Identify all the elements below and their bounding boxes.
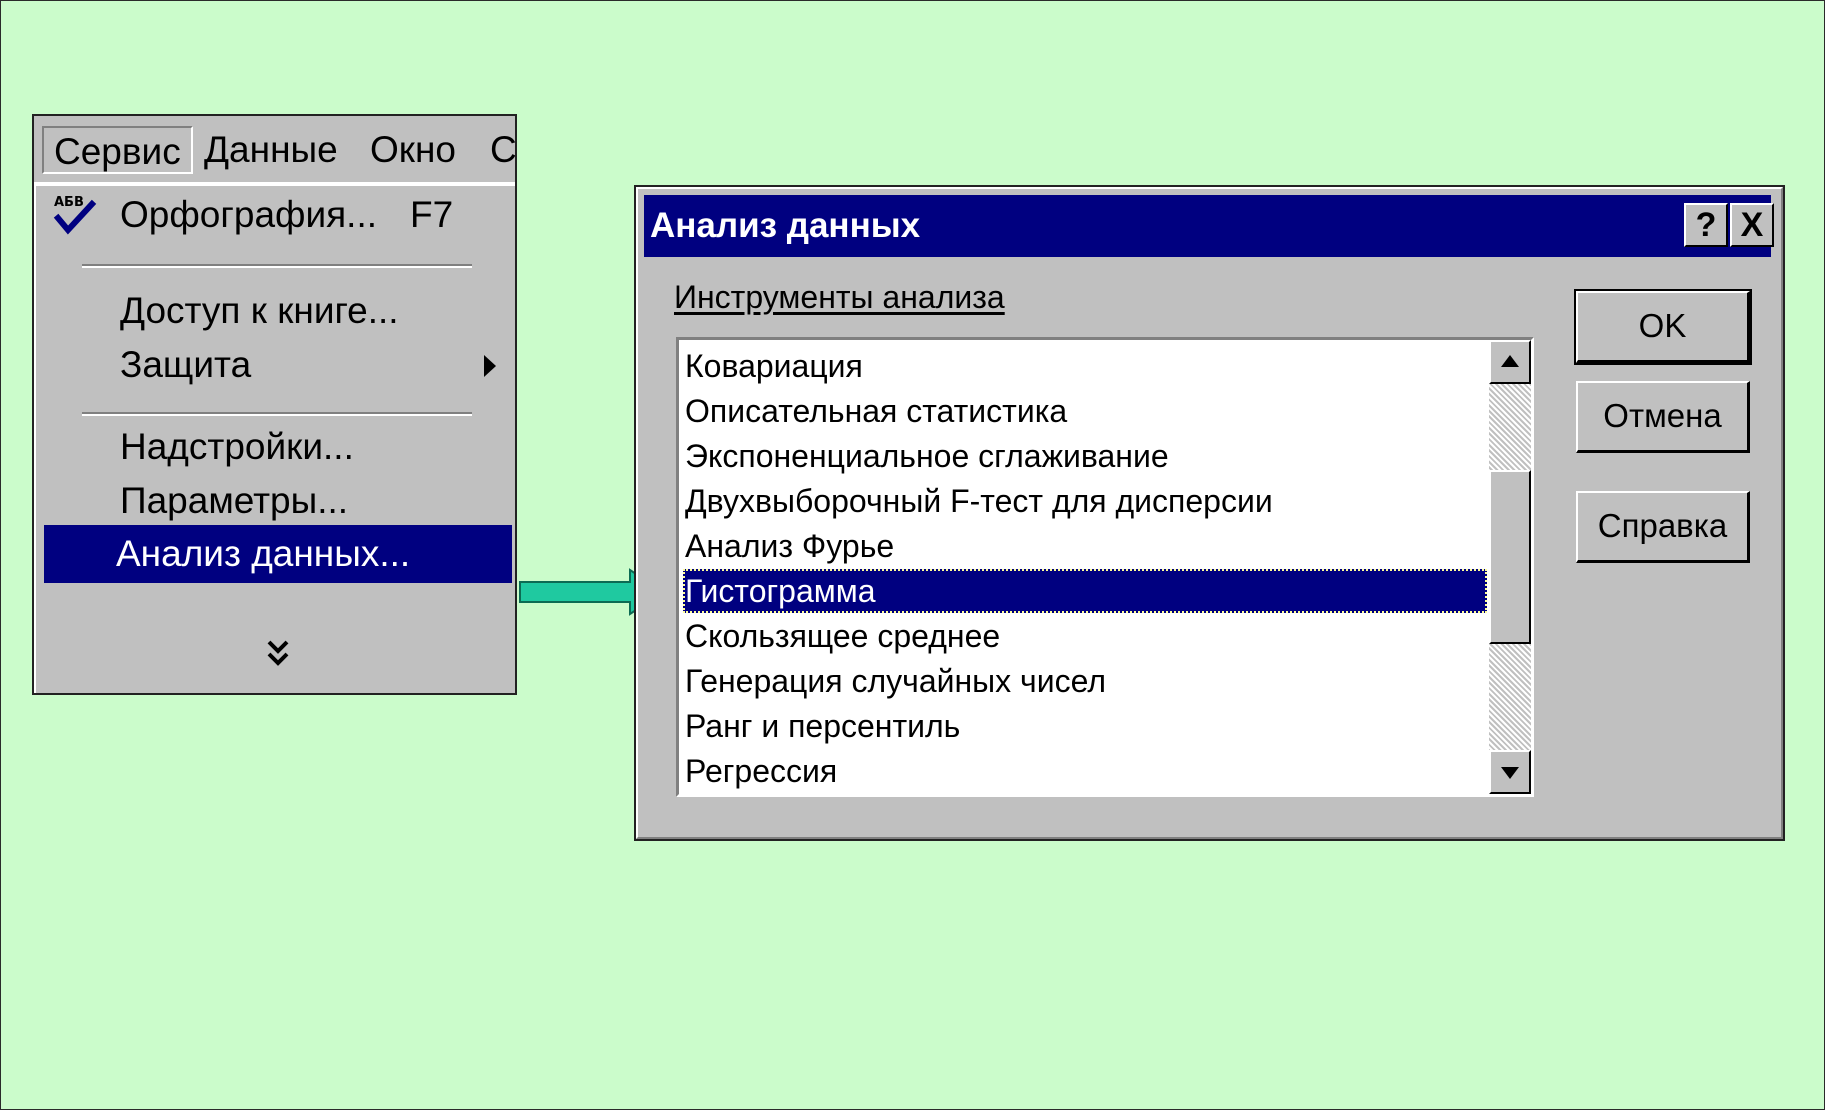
list-item[interactable]: Ранг и персентиль (683, 704, 1487, 748)
listbox-scrollbar[interactable] (1489, 340, 1531, 794)
menu-item-spelling-label: Орфография... (120, 194, 378, 235)
menubar-item-help[interactable]: Справка (480, 126, 515, 174)
service-menu: Сервис Данные Окно Справка АБВ Орфографи… (32, 114, 517, 695)
menubar-item-data[interactable]: Данные (194, 126, 348, 174)
dialog-titlebar[interactable]: Анализ данных ? X (644, 195, 1774, 257)
list-item[interactable]: Регрессия (683, 749, 1487, 793)
dialog-title: Анализ данных (650, 206, 921, 245)
arrow-down-icon (1501, 767, 1519, 779)
list-item[interactable]: Анализ Фурье (683, 524, 1487, 568)
menu-item-share-workbook[interactable]: Доступ к книге... (40, 282, 510, 340)
arrow-up-icon (1501, 355, 1519, 367)
submenu-arrow-icon (484, 355, 496, 377)
help-button[interactable]: Справка (1576, 491, 1750, 563)
menu-item-addins-label: Надстройки... (120, 426, 354, 467)
menu-item-addins[interactable]: Надстройки... (40, 418, 510, 476)
scroll-thumb[interactable] (1489, 470, 1531, 644)
list-item[interactable]: Двухвыборочный F-тест для дисперсии (683, 479, 1487, 523)
menu-item-share-workbook-label: Доступ к книге... (120, 290, 399, 331)
analysis-tools-label-text: Инструменты анализа (674, 279, 1005, 315)
help-question-icon[interactable]: ? (1684, 203, 1728, 247)
menubar-item-window[interactable]: Окно (360, 126, 466, 174)
spell-check-icon: АБВ (53, 195, 97, 235)
list-item-selected[interactable]: Гистограмма (683, 569, 1487, 613)
menu-item-spelling[interactable]: АБВ Орфография... F7 (40, 186, 510, 244)
list-item[interactable]: Описательная статистика (683, 389, 1487, 433)
data-analysis-dialog: Анализ данных ? X Инструменты анализа Ко… (634, 185, 1785, 841)
menubar: Сервис Данные Окно Справка (34, 116, 515, 184)
scroll-down-button[interactable] (1489, 750, 1531, 794)
cancel-button[interactable]: Отмена (1576, 381, 1750, 453)
menu-item-data-analysis-label: Анализ данных... (116, 533, 411, 574)
menubar-item-service[interactable]: Сервис (42, 126, 193, 174)
close-icon[interactable]: X (1730, 203, 1774, 247)
analysis-tools-listbox[interactable]: Ковариация Описательная статистика Экспо… (676, 337, 1534, 797)
menu-item-spelling-shortcut: F7 (410, 194, 454, 235)
analysis-tools-label: Инструменты анализа (674, 277, 1005, 317)
spell-check-icon-letters: АБВ (54, 195, 84, 210)
menu-item-protection[interactable]: Защита (40, 336, 510, 394)
double-chevron-down-icon[interactable] (264, 636, 292, 672)
menu-item-options[interactable]: Параметры... (40, 472, 510, 530)
list-item[interactable]: Экспоненциальное сглаживание (683, 434, 1487, 478)
menu-item-data-analysis[interactable]: Анализ данных... (44, 525, 512, 583)
scroll-up-button[interactable] (1489, 340, 1531, 384)
menu-separator (82, 412, 472, 416)
list-item[interactable]: Ковариация (683, 344, 1487, 388)
menu-dropdown: АБВ Орфография... F7 Доступ к книге... З… (34, 184, 515, 693)
list-item[interactable]: Скользящее среднее (683, 614, 1487, 658)
list-item[interactable]: Генерация случайных чисел (683, 659, 1487, 703)
menu-separator (82, 264, 472, 268)
menu-item-protection-label: Защита (120, 344, 252, 385)
ok-button[interactable]: OK (1574, 289, 1752, 365)
menu-item-options-label: Параметры... (120, 480, 349, 521)
